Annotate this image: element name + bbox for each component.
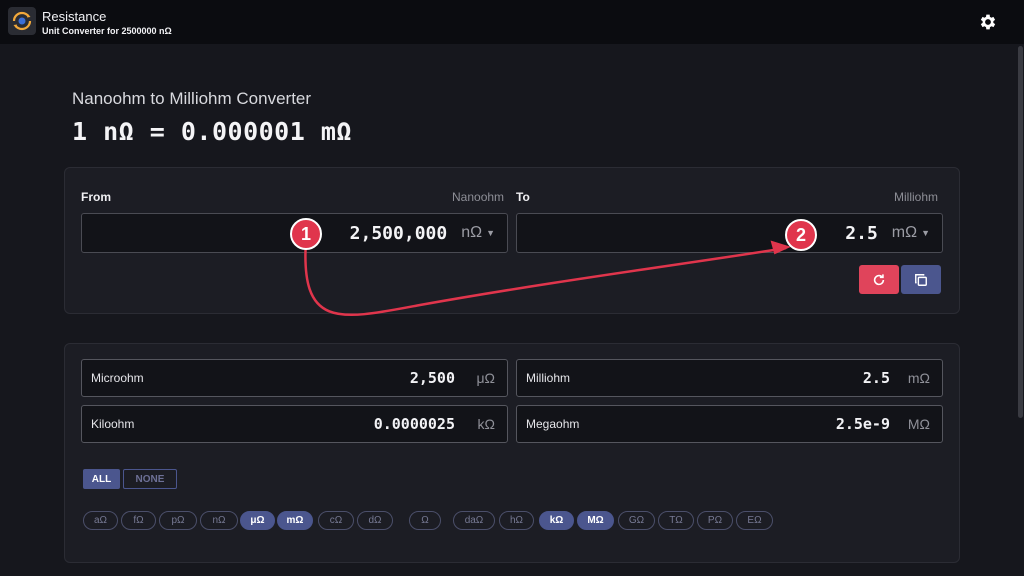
unit-filter-chip[interactable]: nΩ bbox=[200, 511, 238, 530]
result-unit-name: Kiloohm bbox=[91, 417, 135, 431]
unit-filter-chip[interactable]: GΩ bbox=[618, 511, 655, 530]
unit-filter-chip[interactable]: fΩ bbox=[121, 511, 156, 530]
unit-filter-chip[interactable]: TΩ bbox=[658, 511, 694, 530]
result-value: 2,500 bbox=[409, 369, 455, 387]
select-none-button[interactable]: NONE bbox=[123, 469, 177, 489]
app-title: Resistance bbox=[42, 9, 107, 24]
result-symbol: MΩ bbox=[907, 416, 930, 432]
unit-filter-chip[interactable]: aΩ bbox=[83, 511, 118, 530]
result-unit-name: Milliohm bbox=[526, 371, 571, 385]
page-title: Nanoohm to Milliohm Converter bbox=[72, 89, 312, 108]
from-unit-name: Nanoohm bbox=[452, 190, 505, 204]
unit-filter-chip[interactable]: Ω bbox=[409, 511, 441, 530]
result-row[interactable]: Microohm 2,500 μΩ bbox=[81, 359, 508, 397]
to-unit-select[interactable]: mΩ bbox=[892, 224, 917, 242]
result-value: 2.5e-9 bbox=[835, 415, 890, 433]
annotation-marker-1: 1 bbox=[290, 218, 322, 250]
app-header: Resistance Unit Converter for 2500000 nΩ bbox=[0, 0, 1024, 44]
unit-filter-chip[interactable]: cΩ bbox=[318, 511, 354, 530]
unit-filter-chip[interactable]: dΩ bbox=[357, 511, 393, 530]
chevron-down-icon[interactable]: ▼ bbox=[921, 228, 930, 238]
result-symbol: mΩ bbox=[907, 370, 930, 386]
gear-icon[interactable] bbox=[976, 10, 1000, 34]
result-row[interactable]: Kiloohm 0.0000025 kΩ bbox=[81, 405, 508, 443]
unit-filter-chip[interactable]: kΩ bbox=[539, 511, 574, 530]
annotation-marker-2: 2 bbox=[785, 219, 817, 251]
unit-filter-chip[interactable]: MΩ bbox=[577, 511, 614, 530]
copy-button[interactable] bbox=[901, 265, 941, 294]
reset-button[interactable] bbox=[859, 265, 899, 294]
conversion-icon bbox=[8, 7, 36, 35]
result-row[interactable]: Milliohm 2.5 mΩ bbox=[516, 359, 943, 397]
to-value: 2.5 bbox=[845, 222, 878, 244]
to-input[interactable]: 2.5 mΩ ▼ bbox=[516, 213, 943, 253]
unit-filter-chip[interactable]: pΩ bbox=[159, 511, 197, 530]
from-label: From bbox=[81, 190, 111, 204]
unit-filter-chip[interactable]: hΩ bbox=[499, 511, 534, 530]
unit-filter-chip[interactable]: daΩ bbox=[453, 511, 495, 530]
result-unit-name: Microohm bbox=[91, 371, 144, 385]
result-value: 2.5 bbox=[862, 369, 890, 387]
result-unit-name: Megaohm bbox=[526, 417, 580, 431]
unit-filter-chip[interactable]: μΩ bbox=[240, 511, 275, 530]
unit-filter-chip[interactable]: EΩ bbox=[736, 511, 773, 530]
conversion-formula: 1 nΩ = 0.000001 mΩ bbox=[72, 117, 352, 146]
scrollbar-thumb[interactable] bbox=[1018, 46, 1023, 418]
reset-icon bbox=[873, 273, 885, 285]
chevron-down-icon[interactable]: ▼ bbox=[486, 228, 495, 238]
select-all-button[interactable]: ALL bbox=[83, 469, 120, 489]
result-value: 0.0000025 bbox=[373, 415, 455, 433]
copy-icon bbox=[915, 273, 927, 286]
result-row[interactable]: Megaohm 2.5e-9 MΩ bbox=[516, 405, 943, 443]
from-value: 2,500,000 bbox=[349, 222, 448, 244]
to-unit-name: Milliohm bbox=[894, 190, 939, 204]
result-symbol: kΩ bbox=[477, 416, 495, 432]
unit-filter-chip[interactable]: mΩ bbox=[277, 511, 313, 530]
to-label: To bbox=[516, 190, 530, 204]
app-subtitle: Unit Converter for 2500000 nΩ bbox=[42, 26, 172, 36]
from-unit-select[interactable]: nΩ bbox=[461, 224, 482, 242]
result-symbol: μΩ bbox=[476, 370, 495, 386]
unit-filter-chip[interactable]: PΩ bbox=[697, 511, 733, 530]
